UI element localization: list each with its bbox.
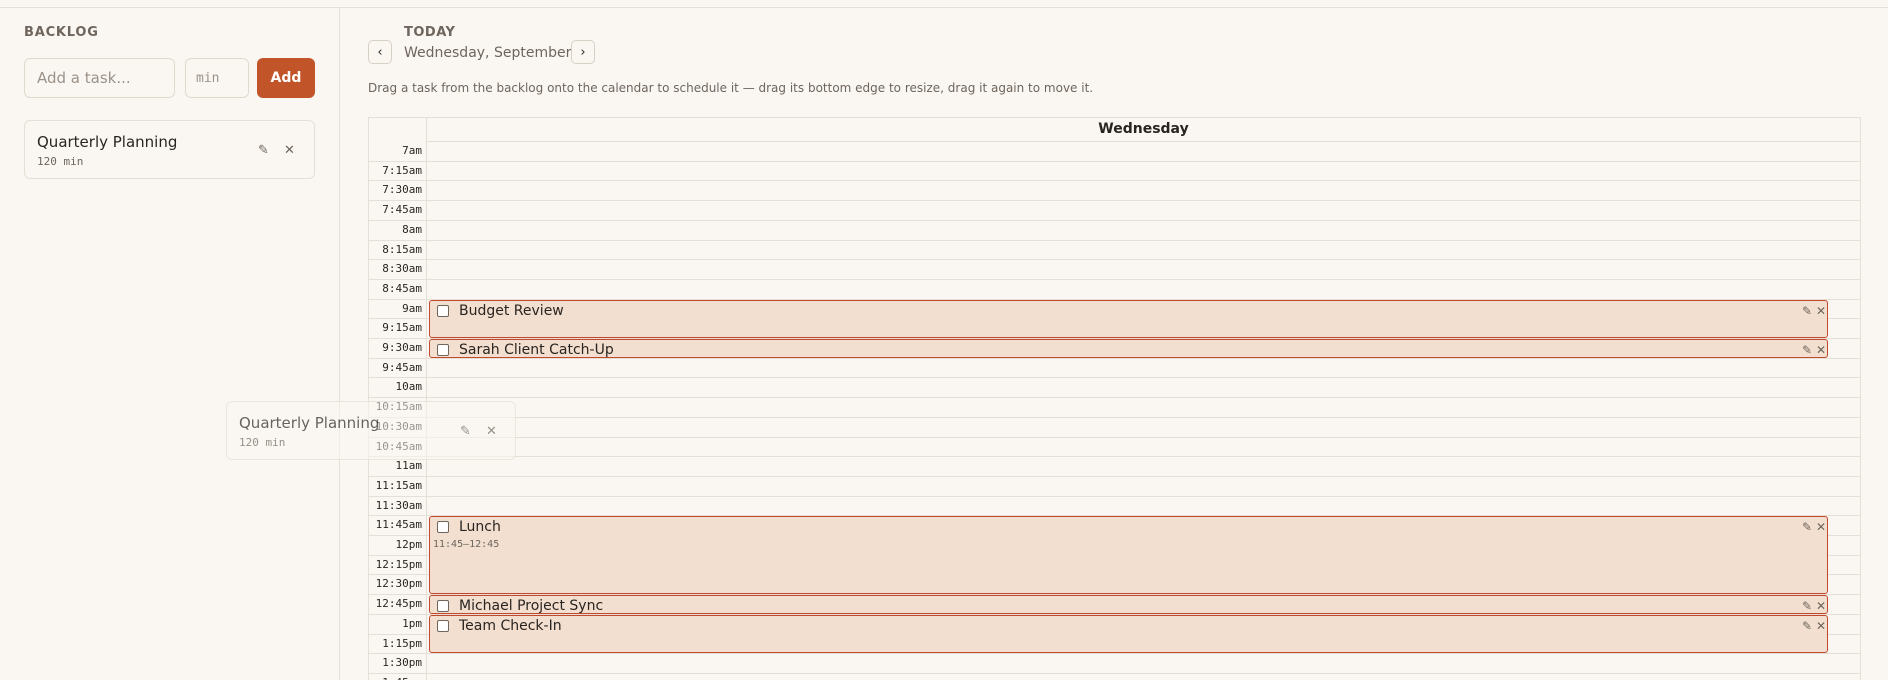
time-slot-line — [369, 259, 1860, 261]
close-icon[interactable]: ✕ — [1816, 599, 1826, 613]
time-label: 7:30am — [382, 183, 422, 197]
time-label: 9:30am — [382, 341, 422, 354]
time-label: 1:45pm — [369, 676, 422, 680]
time-slot-line — [369, 377, 1860, 379]
time-slot-line — [369, 219, 1860, 221]
current-date: Wednesday, September 9 — [404, 45, 585, 61]
time-slot-line — [369, 672, 1860, 674]
pencil-icon[interactable]: ✎ — [1802, 599, 1812, 613]
time-slot-line — [369, 436, 1860, 438]
time-slot-line — [369, 239, 1860, 241]
time-slot-line — [369, 180, 1860, 182]
event-title: Team Check-In — [459, 617, 562, 634]
minutes-input[interactable] — [185, 58, 249, 98]
time-slot-line — [369, 416, 1860, 418]
close-icon: ✕ — [486, 424, 497, 439]
time-slot-line — [369, 278, 1860, 280]
time-slot-line — [369, 495, 1860, 497]
pencil-icon[interactable]: ✎ — [1802, 619, 1812, 633]
time-label: 8:45am — [382, 281, 422, 295]
task-input[interactable] — [24, 58, 175, 98]
time-label: 1pm — [402, 616, 422, 630]
backlog-item-name: Quarterly Planning — [37, 133, 178, 151]
event-checkbox[interactable] — [437, 521, 449, 534]
calendar-event[interactable]: Michael Project Sync ✎ ✕ — [429, 595, 1828, 614]
event-checkbox[interactable] — [437, 619, 449, 632]
event-checkbox[interactable] — [437, 600, 449, 613]
drag-ghost-duration: 120 min — [239, 436, 286, 449]
event-title: Sarah Client Catch-Up — [459, 342, 614, 358]
next-day-button[interactable]: › — [571, 40, 595, 64]
close-icon[interactable]: ✕ — [284, 144, 295, 158]
time-label: 12:30pm — [375, 577, 422, 591]
event-title: Michael Project Sync — [459, 598, 604, 614]
backlog-sidebar — [0, 8, 340, 680]
time-label: 11:30am — [375, 498, 422, 512]
calendar-event[interactable]: Lunch 11:45–12:45 ✎ ✕ — [429, 516, 1828, 595]
time-label: 11:45am — [375, 518, 422, 532]
prev-day-button[interactable]: ‹ — [368, 40, 392, 64]
time-slot-line — [369, 160, 1860, 162]
time-label: 8:15am — [382, 242, 422, 256]
close-icon[interactable]: ✕ — [1816, 619, 1826, 633]
time-label: 10am — [395, 380, 423, 394]
time-label: 9:15am — [382, 321, 422, 335]
event-time-range: 11:45–12:45 — [433, 539, 500, 551]
pencil-icon: ✎ — [460, 424, 471, 439]
time-label: 7:15am — [382, 163, 422, 177]
time-label: 7:45am — [382, 203, 422, 217]
time-label: 8:30am — [382, 262, 422, 276]
pencil-icon[interactable]: ✎ — [1802, 343, 1812, 357]
time-slot-line — [369, 475, 1860, 477]
pencil-icon[interactable]: ✎ — [1802, 520, 1812, 534]
time-label: 12pm — [395, 538, 423, 551]
time-label: 11:15am — [375, 478, 422, 492]
time-label: 1:30pm — [382, 656, 422, 670]
backlog-item[interactable]: Quarterly Planning 120 min ✎ ✕ — [24, 120, 315, 179]
day-calendar[interactable]: Wednesday 7am 7:15am 7:30am 7:45am 8am 8:15am… — [368, 117, 1861, 680]
close-icon[interactable]: ✕ — [1816, 520, 1826, 534]
close-icon[interactable]: ✕ — [1816, 304, 1826, 318]
time-slot-line — [369, 397, 1860, 399]
calendar-event[interactable]: Sarah Client Catch-Up ✎ ✕ — [429, 339, 1828, 358]
calendar-event[interactable]: Budget Review ✎ ✕ — [429, 299, 1828, 338]
event-checkbox[interactable] — [437, 304, 449, 317]
time-label: 9:45am — [382, 360, 422, 374]
time-label: 12:45pm — [375, 597, 422, 611]
time-label: 1:15pm — [382, 636, 422, 650]
event-checkbox[interactable] — [437, 344, 449, 356]
time-label: 9am — [402, 301, 422, 315]
calendar-event[interactable]: Team Check-In ✎ ✕ — [429, 614, 1828, 654]
event-title: Lunch — [459, 519, 501, 536]
add-button[interactable]: Add — [257, 58, 315, 98]
backlog-title: BACKLOG — [24, 25, 99, 40]
time-slot-line — [369, 357, 1860, 359]
today-label[interactable]: TODAY — [404, 25, 455, 40]
instructions: Drag a task from the backlog onto the ca… — [368, 81, 1094, 95]
drag-ghost[interactable]: Quarterly Planning 120 min ✎ ✕ — [226, 401, 516, 460]
time-slot-line — [369, 653, 1860, 655]
time-slot-line — [369, 200, 1860, 202]
time-label: 12:15pm — [375, 557, 422, 571]
time-label: 8am — [402, 222, 422, 236]
drag-ghost-name: Quarterly Planning — [239, 414, 380, 432]
event-title: Budget Review — [459, 302, 564, 319]
close-icon[interactable]: ✕ — [1816, 343, 1826, 357]
time-label: 11am — [395, 459, 423, 473]
time-gutter-divider — [426, 118, 427, 680]
time-label: 7am — [402, 144, 422, 157]
pencil-icon[interactable]: ✎ — [1802, 304, 1812, 318]
pencil-icon[interactable]: ✎ — [258, 144, 269, 158]
day-header: Wednesday — [426, 118, 1860, 142]
backlog-item-duration: 120 min — [37, 155, 84, 168]
time-slot-line — [369, 456, 1860, 458]
